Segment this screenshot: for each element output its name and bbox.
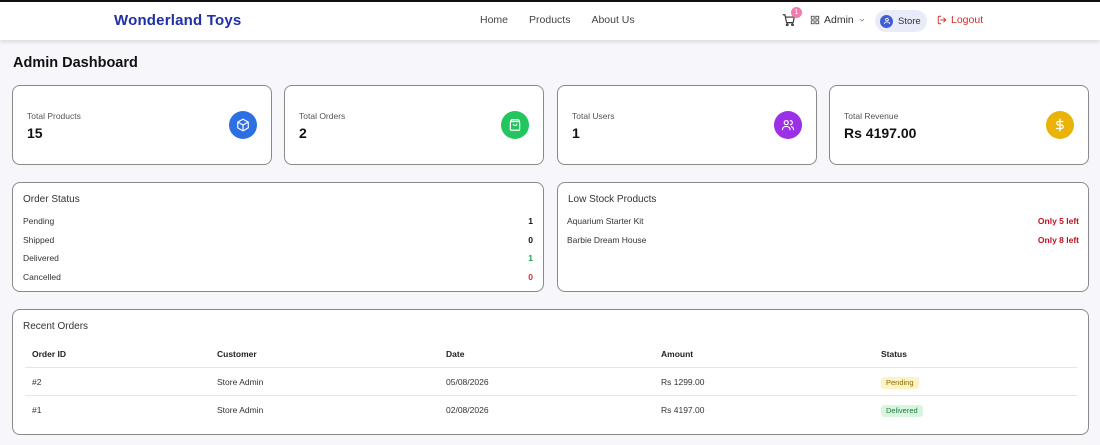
stat-label: Total Revenue [844,111,899,121]
user-avatar [880,14,893,28]
order-status-panel: Order Status Pending 1 Shipped 0 Deliver… [12,182,544,292]
stat-value: 1 [572,125,580,141]
chevron-down-icon [859,18,865,22]
column-header-customer: Customer [217,349,257,359]
column-header-order-id: Order ID [32,349,67,359]
order-date: 02/08/2026 [446,405,489,415]
stat-value: 15 [27,125,43,141]
status-row-shipped: Shipped 0 [23,235,533,247]
stat-value: 2 [299,125,307,141]
order-amount: Rs 4197.00 [661,405,705,415]
status-row-cancelled: Cancelled 0 [23,272,533,284]
panel-title: Low Stock Products [568,194,657,205]
table-row[interactable]: #2 Store Admin 05/08/2026 Rs 1299.00 Pen… [25,368,1077,396]
stat-card-users: Total Users 1 [557,85,817,165]
store-user-button[interactable]: Store [875,10,927,32]
nav-link-home[interactable]: Home [480,14,508,26]
status-count: 1 [528,253,533,263]
order-id: #2 [32,377,42,387]
dashboard-grid-icon [810,15,820,25]
status-count: 1 [528,216,533,226]
column-header-amount: Amount [661,349,694,359]
status-label: Shipped [23,235,55,245]
panel-title: Recent Orders [23,321,89,332]
page-title: Admin Dashboard [13,55,138,71]
recent-orders-panel: Recent Orders Order ID Customer Date Amo… [12,309,1089,435]
low-stock-panel: Low Stock Products Aquarium Starter Kit … [557,182,1089,292]
users-icon [774,111,802,139]
stat-value: Rs 4197.00 [844,125,917,141]
order-customer: Store Admin [217,405,264,415]
status-row-pending: Pending 1 [23,216,533,228]
nav-links: Home Products About Us [480,14,635,26]
status-count: 0 [528,272,533,282]
status-row-delivered: Delivered 1 [23,253,533,265]
low-stock-item[interactable]: Aquarium Starter Kit Only 5 left [567,216,1079,228]
admin-menu-dropdown[interactable]: Admin [810,14,866,26]
stat-label: Total Users [572,111,615,121]
product-name: Barbie Dream House [567,235,647,245]
stock-left: Only 5 left [1037,216,1079,226]
order-amount: Rs 1299.00 [661,377,705,387]
status-label: Delivered [23,253,59,263]
table-header-row: Order ID Customer Date Amount Status [25,340,1077,368]
status-count: 0 [528,235,533,245]
logout-icon [937,15,947,25]
nav-link-products[interactable]: Products [529,14,570,26]
low-stock-item[interactable]: Barbie Dream House Only 8 left [567,235,1079,247]
status-cell: Delivered [881,396,923,424]
status-badge: Pending [881,376,919,389]
column-header-status: Status [881,349,907,359]
status-cell: Pending [881,368,919,396]
stat-label: Total Orders [299,111,346,121]
table-row[interactable]: #1 Store Admin 02/08/2026 Rs 4197.00 Del… [25,396,1077,424]
cart-count-badge: 1 [791,7,802,18]
admin-menu-label: Admin [824,14,854,26]
navbar: Wonderland Toys Home Products About Us 1… [0,2,1100,40]
stat-card-orders: Total Orders 2 [284,85,544,165]
order-id: #1 [32,405,42,415]
shopping-bag-icon [501,111,529,139]
status-badge: Delivered [881,404,923,417]
stat-card-products: Total Products 15 [12,85,272,165]
order-date: 05/08/2026 [446,377,489,387]
status-label: Pending [23,216,55,226]
column-header-date: Date [446,349,465,359]
user-icon [883,17,890,25]
stat-card-revenue: Total Revenue Rs 4197.00 [829,85,1089,165]
logout-label: Logout [951,14,984,26]
dollar-icon [1046,111,1074,139]
store-label: Store [898,15,921,27]
logout-button[interactable]: Logout [937,14,983,26]
product-name: Aquarium Starter Kit [567,216,644,226]
cart-button[interactable]: 1 [782,7,802,27]
stock-left: Only 8 left [1037,235,1079,245]
package-icon [229,111,257,139]
order-customer: Store Admin [217,377,264,387]
brand-logo[interactable]: Wonderland Toys [114,12,241,29]
panel-title: Order Status [23,194,80,205]
stat-label: Total Products [27,111,81,121]
nav-link-about[interactable]: About Us [591,14,634,26]
status-label: Cancelled [23,272,61,282]
